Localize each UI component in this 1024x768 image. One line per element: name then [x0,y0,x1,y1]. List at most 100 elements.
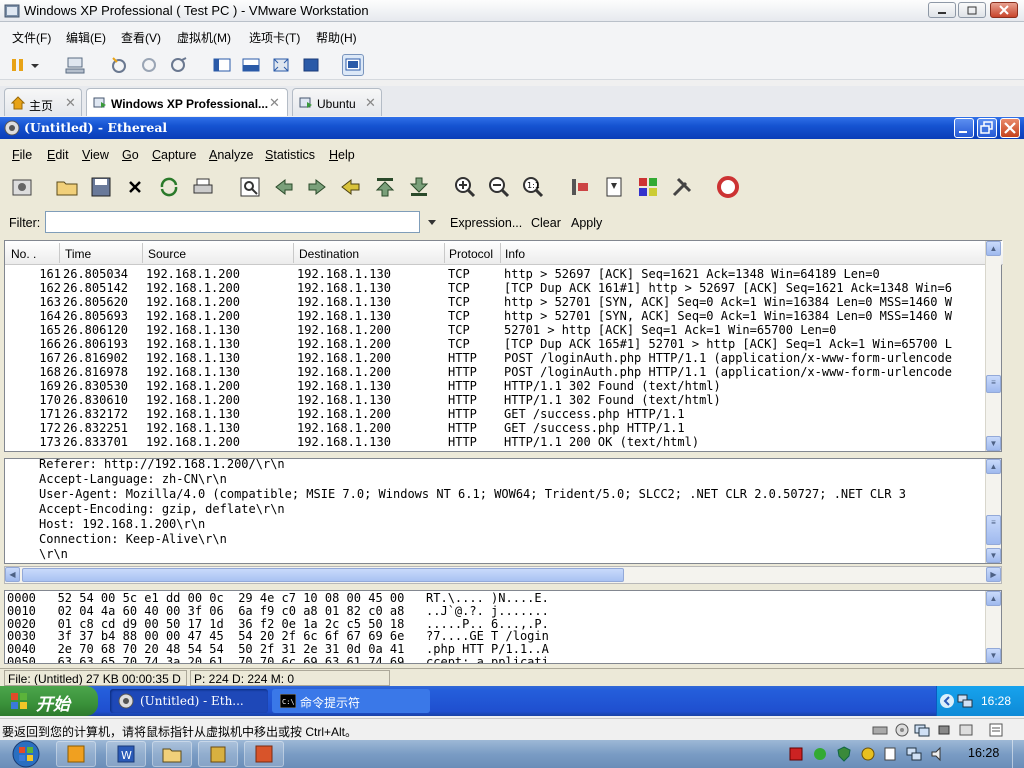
table-row[interactable]: 166 26.806193 192.168.1.130 192.168.1.200 TC… [5,337,1003,351]
tab-ubuntu[interactable]: Ubuntu ✕ [292,88,382,116]
detail-line[interactable]: \r\n [39,547,68,562]
go-back-icon[interactable] [272,175,296,199]
table-row[interactable]: 172 26.832251 192.168.1.130 192.168.1.200 HT… [5,421,1003,435]
sound-icon[interactable] [958,722,974,738]
quick-switch-icon[interactable] [240,54,262,76]
scroll-down-icon[interactable]: ▼ [986,436,1001,451]
close-button[interactable] [990,2,1018,18]
thumbnail-view-icon[interactable] [342,54,364,76]
tray-app-icon[interactable] [882,746,898,762]
table-row[interactable]: 161 26.805034 192.168.1.200 192.168.1.130 TC… [5,267,1003,281]
coloring-rules-icon[interactable] [636,175,660,199]
taskbar-item-ethereal[interactable]: (Untitled) - Eth... [110,689,268,713]
menu-file[interactable]: 文件(F) [12,29,51,46]
network-adapter-icon[interactable] [914,722,930,738]
taskbar-app-archive[interactable] [198,741,238,767]
scroll-thumb[interactable] [22,568,624,582]
scroll-down-icon[interactable]: ▼ [986,648,1001,663]
cd-drive-icon[interactable] [894,722,910,738]
go-forward-icon[interactable] [305,175,329,199]
restore-button[interactable] [958,2,986,18]
taskbar-app-vmware[interactable] [56,741,96,767]
volume-icon[interactable] [930,746,946,762]
preferences-icon[interactable] [670,175,694,199]
send-ctrl-alt-del-icon[interactable] [64,54,86,76]
go-last-icon[interactable] [407,175,431,199]
minimize-button[interactable] [954,118,974,138]
tray-app-icon[interactable] [788,746,804,762]
pause-icon[interactable] [8,54,30,76]
column-destination[interactable]: Destination [299,247,359,261]
revert-snapshot-icon[interactable] [138,54,160,76]
hex-line[interactable]: 0000 52 54 00 5c e1 dd 00 0c 29 4e c7 10… [7,592,549,605]
details-scrollbar[interactable]: ▲ ≡ ▼ [985,459,1001,563]
scroll-thumb[interactable]: ≡ [986,515,1001,545]
detail-line[interactable]: Accept-Language: zh-CN\r\n [39,472,227,487]
menu-analyze[interactable]: Analyze [209,148,253,162]
column-source[interactable]: Source [148,247,186,261]
taskbar-item-cmd[interactable]: C:\ 命令提示符 [272,689,430,713]
scroll-left-icon[interactable]: ◀ [5,567,20,582]
chevron-down-icon[interactable] [28,54,42,76]
go-to-packet-icon[interactable] [339,175,363,199]
print-icon[interactable] [191,175,215,199]
taskbar-app-explorer[interactable] [152,741,192,767]
zoom-normal-icon[interactable]: 1:1 [521,175,545,199]
taskbar-app-word[interactable]: W [106,741,146,767]
apply-button[interactable]: Apply [571,216,602,230]
menu-view[interactable]: View [82,148,109,162]
menu-view[interactable]: 查看(V) [121,29,161,46]
open-folder-icon[interactable] [55,175,79,199]
tray-app-icon[interactable] [812,746,828,762]
menu-statistics[interactable]: Statistics [265,148,315,162]
hard-disk-icon[interactable] [872,722,888,738]
unity-icon[interactable] [300,54,322,76]
table-row[interactable]: 167 26.816902 192.168.1.130 192.168.1.200 HT… [5,351,1003,365]
details-horizontal-scrollbar[interactable]: ◀ ▶ [4,566,1002,584]
table-row[interactable]: 170 26.830610 192.168.1.200 192.168.1.130 HT… [5,393,1003,407]
menu-go[interactable]: Go [122,148,139,162]
menu-help[interactable]: Help [329,148,355,162]
menu-edit[interactable]: Edit [47,148,69,162]
table-row[interactable]: 169 26.830530 192.168.1.200 192.168.1.130 HT… [5,379,1003,393]
table-row[interactable]: 164 26.805693 192.168.1.200 192.168.1.130 TC… [5,309,1003,323]
scroll-up-icon[interactable]: ▲ [986,459,1001,474]
capture-options-icon[interactable] [10,175,34,199]
usb-icon[interactable] [936,722,952,738]
go-first-icon[interactable] [373,175,397,199]
menu-file[interactable]: File [12,148,32,162]
detail-line[interactable]: Host: 192.168.1.200\r\n [39,517,205,532]
packet-bytes-pane[interactable]: 0000 52 54 00 5c e1 dd 00 0c 29 4e c7 10… [4,590,1002,664]
menu-help[interactable]: 帮助(H) [316,29,357,46]
detail-line[interactable]: Referer: http://192.168.1.200/\r\n [39,459,285,472]
shield-icon[interactable] [836,746,852,762]
ethereal-title-bar[interactable]: (Untitled) - Ethereal [0,117,1024,139]
start-button[interactable]: 开始 [0,686,98,716]
hex-line[interactable]: 0010 02 04 4a 60 40 00 3f 06 6a f9 c0 a8… [7,604,549,618]
menu-capture[interactable]: Capture [152,148,196,162]
table-row[interactable]: 162 26.805142 192.168.1.200 192.168.1.130 TC… [5,281,1003,295]
close-tab-icon[interactable]: ✕ [269,95,280,111]
message-log-icon[interactable] [988,722,1004,738]
scroll-thumb[interactable]: ≡ [986,375,1001,393]
packet-details-pane[interactable]: Referer: http://192.168.1.200/\r\n Accept… [4,458,1002,564]
zoom-in-icon[interactable] [453,175,477,199]
vmware-title-bar[interactable]: Windows XP Professional ( Test PC ) - VM… [0,0,1024,22]
detail-line[interactable]: Accept-Encoding: gzip, deflate\r\n [39,502,285,517]
help-icon[interactable] [716,175,740,199]
tab-windows-xp[interactable]: Windows XP Professional... ✕ [86,88,288,116]
scroll-up-icon[interactable]: ▲ [986,591,1001,606]
close-tab-icon[interactable]: ✕ [65,95,76,111]
display-filters-icon[interactable] [602,175,626,199]
windows-start-orb-icon[interactable] [8,740,44,768]
network-icon[interactable] [957,693,973,709]
find-packet-icon[interactable] [238,175,262,199]
table-row[interactable]: 165 26.806120 192.168.1.130 192.168.1.200 TC… [5,323,1003,337]
scroll-down-icon[interactable]: ▼ [986,548,1001,563]
show-desktop-button[interactable] [1012,740,1024,768]
close-file-icon[interactable] [123,175,147,199]
packet-list-scrollbar[interactable]: ▲ ≡ ▼ [985,241,1001,451]
show-console-icon[interactable] [211,54,233,76]
menu-edit[interactable]: 编辑(E) [66,29,106,46]
table-row[interactable]: 168 26.816978 192.168.1.130 192.168.1.200 HT… [5,365,1003,379]
